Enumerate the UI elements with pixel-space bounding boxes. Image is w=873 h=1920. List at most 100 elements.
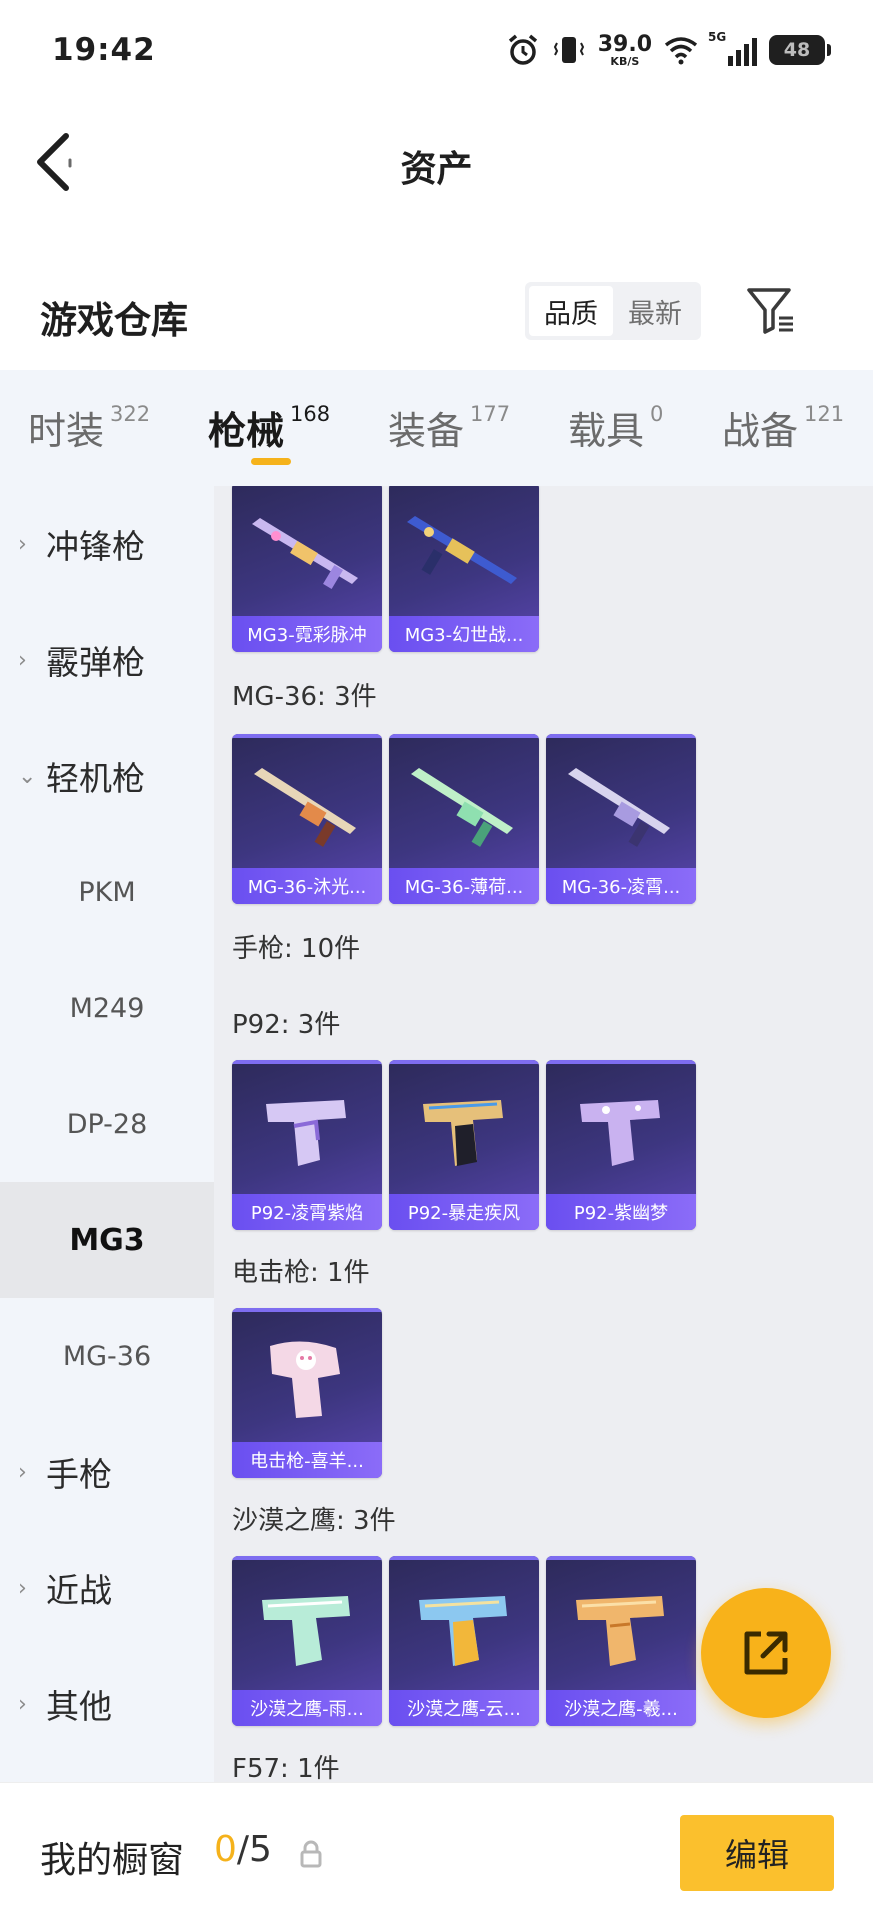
pistol-skin-image: [580, 1100, 660, 1166]
skin-name: MG3-幻世战...: [389, 616, 539, 652]
section-title: 电击枪: 1件: [232, 1258, 370, 1288]
signal-bar-icon: [744, 44, 749, 66]
skin-card[interactable]: MG3-幻世战...: [389, 486, 539, 652]
sort-option-newest[interactable]: 最新: [613, 286, 697, 336]
chevron-right-icon: ›: [18, 531, 27, 557]
taser-skin-image: [270, 1341, 340, 1418]
sidebar-item-label: 霰弹枪: [46, 643, 145, 682]
chevron-right-icon: ›: [18, 1575, 27, 1601]
showcase-label: 我的橱窗: [40, 1840, 185, 1881]
skin-card[interactable]: MG-36-薄荷...: [389, 734, 539, 904]
tab-count: 322: [110, 402, 151, 426]
sidebar-subitem-mg3[interactable]: MG3: [0, 1182, 214, 1298]
skin-card[interactable]: P92-凌霄紫焰: [232, 1060, 382, 1230]
sidebar-item-lmg[interactable]: ⌄ 轻机枪: [0, 718, 214, 834]
sidebar-subitem-m249[interactable]: M249: [0, 950, 214, 1066]
status-time: 19:42: [52, 32, 156, 68]
status-icons: 39.0 KB/S 5G 48: [506, 30, 831, 70]
share-button[interactable]: [701, 1588, 831, 1718]
skin-name: 电击枪-喜羊...: [232, 1442, 382, 1478]
signal-bar-icon: [752, 38, 757, 66]
machine-gun-skin-image: [252, 518, 358, 590]
sidebar-item-other[interactable]: › 其他: [0, 1646, 214, 1762]
skin-card[interactable]: MG-36-沐光...: [232, 734, 382, 904]
page-title: 资产: [400, 149, 473, 190]
tab-guns[interactable]: 枪械 168: [208, 400, 330, 455]
chevron-right-icon: ›: [18, 1691, 27, 1717]
sort-toggle: 品质 最新: [525, 282, 701, 340]
chevron-right-icon: ›: [18, 647, 27, 673]
sidebar-subitem-dp28[interactable]: DP-28: [0, 1066, 214, 1182]
skin-card[interactable]: 沙漠之鹰-雨...: [232, 1556, 382, 1726]
edit-button[interactable]: 编辑: [680, 1815, 834, 1891]
pistol-skin-image: [576, 1596, 664, 1666]
tab-count: 168: [290, 402, 331, 426]
sidebar-subitem-pkm[interactable]: PKM: [0, 834, 214, 950]
skin-card[interactable]: 沙漠之鹰-羲...: [546, 1556, 696, 1726]
category-tabs: 时装 322 枪械 168 装备 177 载具 0 战备 121: [0, 370, 873, 486]
section-title: 沙漠之鹰: 3件: [232, 1506, 396, 1536]
signal-bar-icon: [728, 56, 733, 66]
skin-card[interactable]: P92-紫幽梦: [546, 1060, 696, 1230]
wifi-icon: [664, 37, 698, 65]
status-bar: 19:42 39.0 KB/S 5G 48: [0, 0, 873, 100]
external-link-icon: [744, 1631, 788, 1675]
rifle-skin-image: [568, 768, 670, 847]
skin-card[interactable]: MG-36-凌霄...: [546, 734, 696, 904]
tab-label: 时装: [28, 409, 105, 453]
skin-card[interactable]: 沙漠之鹰-云...: [389, 1556, 539, 1726]
tab-label: 装备: [388, 409, 465, 453]
skin-name: 沙漠之鹰-云...: [389, 1690, 539, 1726]
showcase-current: 0: [214, 1829, 237, 1870]
skin-name: MG3-霓彩脉冲: [232, 616, 382, 652]
showcase-separator: /: [236, 1829, 250, 1870]
sidebar-item-label: 其他: [46, 1687, 112, 1726]
sidebar-subitem-mg36[interactable]: MG-36: [0, 1298, 214, 1414]
skin-name: MG-36-薄荷...: [389, 868, 539, 904]
pistol-skin-image: [266, 1100, 346, 1166]
network-type: 5G: [708, 30, 727, 44]
network-speed: 39.0 KB/S: [598, 33, 652, 67]
pistol-skin-image: [423, 1100, 503, 1166]
tab-label: 载具: [568, 409, 645, 453]
section-title: F57: 1件: [232, 1754, 340, 1782]
sidebar-item-label: 轻机枪: [46, 759, 145, 798]
sidebar-item-melee[interactable]: › 近战: [0, 1530, 214, 1646]
skin-name: 沙漠之鹰-雨...: [232, 1690, 382, 1726]
chevron-right-icon: ›: [18, 1459, 27, 1485]
showcase-bar: 我的橱窗 0/5 编辑: [0, 1782, 873, 1920]
section-title: P92: 3件: [232, 1010, 341, 1040]
sidebar-item-label: 冲锋枪: [46, 527, 145, 566]
rifle-skin-image: [411, 768, 513, 847]
tab-equipment[interactable]: 装备 177: [388, 400, 510, 455]
vibrate-icon: [553, 37, 584, 63]
chevron-down-icon: ⌄: [18, 763, 37, 789]
battery-icon: 48: [769, 35, 831, 65]
sort-option-quality[interactable]: 品质: [529, 286, 613, 336]
alarm-icon: [508, 34, 537, 65]
tab-fashion[interactable]: 时装 322: [28, 400, 150, 455]
sidebar-item-pistol[interactable]: › 手枪: [0, 1414, 214, 1530]
section-title: MG-36: 3件: [232, 682, 377, 712]
tab-count: 0: [650, 402, 664, 426]
sidebar-item-smg[interactable]: › 冲锋枪: [0, 486, 214, 602]
signal-bar-icon: [736, 50, 741, 66]
machine-gun-skin-image: [407, 516, 517, 584]
skin-card[interactable]: P92-暴走疾风: [389, 1060, 539, 1230]
tab-label: 枪械: [208, 409, 285, 453]
cellular-signal: 5G: [708, 30, 757, 66]
tab-vehicles[interactable]: 载具 0: [568, 400, 663, 455]
sidebar-item-label: 近战: [46, 1571, 112, 1610]
skin-card[interactable]: 电击枪-喜羊...: [232, 1308, 382, 1478]
tab-combat-supplies[interactable]: 战备 121: [722, 400, 844, 455]
sidebar-item-shotgun[interactable]: › 霰弹枪: [0, 602, 214, 718]
skin-name: MG-36-凌霄...: [546, 868, 696, 904]
tab-count: 121: [804, 402, 845, 426]
filter-icon[interactable]: [745, 286, 797, 336]
battery-level: 48: [783, 39, 811, 61]
tab-label: 战备: [722, 409, 799, 453]
skin-name: 沙漠之鹰-羲...: [546, 1690, 696, 1726]
skin-name: MG-36-沐光...: [232, 868, 382, 904]
pistol-skin-image: [262, 1596, 350, 1666]
skin-card[interactable]: MG3-霓彩脉冲: [232, 486, 382, 652]
